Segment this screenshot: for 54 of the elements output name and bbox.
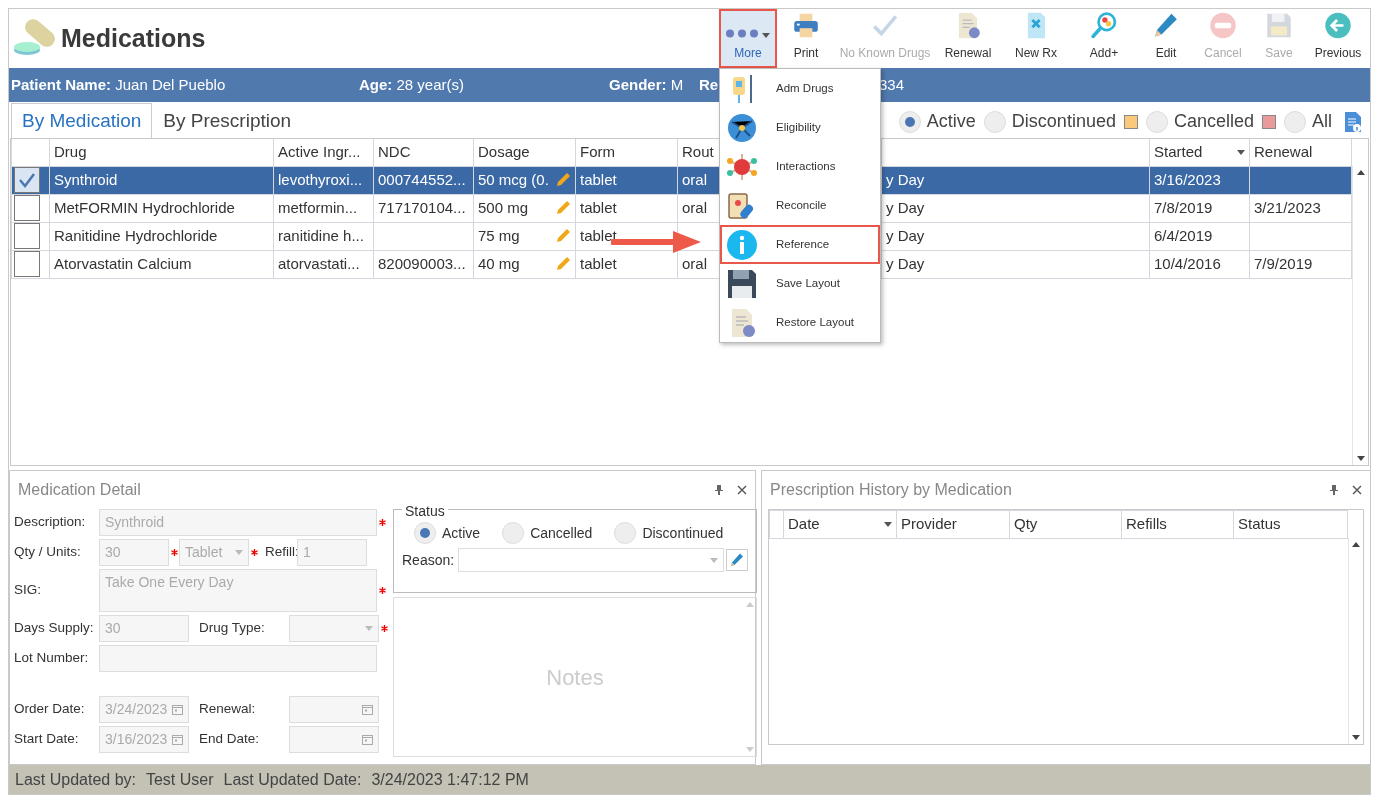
table-cell: 7/9/2019	[1249, 250, 1352, 278]
panel-title: Medication Detail	[18, 480, 141, 500]
table-cell: 10/4/2016	[1149, 250, 1250, 278]
field-label: Lot Number:	[14, 649, 90, 668]
table-cell: 717170104...	[373, 194, 474, 222]
table-cell: 3/16/2023	[1149, 166, 1250, 194]
table-cell: 6/4/2019	[1149, 222, 1250, 250]
patient-info: 334	[879, 75, 905, 93]
table-cell: MetFORMIN Hydrochloride	[49, 194, 274, 222]
status-value: Test User	[145, 769, 214, 790]
field-label: Renewal:	[198, 700, 257, 719]
field-label: Refill:	[264, 543, 297, 562]
column-header: Started	[1154, 142, 1203, 162]
table-cell: y Day	[881, 250, 1150, 278]
table-cell-text: 40 mg	[478, 253, 520, 274]
field-label: Drug Type:	[198, 619, 266, 638]
table-cell: 820090003...	[373, 250, 474, 278]
patient-info: Gender: M	[609, 75, 684, 93]
patient-info: Re	[699, 75, 719, 93]
page-title: Medications	[61, 22, 206, 54]
table-cell: Synthroid	[49, 166, 274, 194]
table-cell: y Day	[881, 222, 1150, 250]
table-cell: levothyroxi...	[273, 166, 374, 194]
panel-title: Prescription History by Medication	[770, 480, 1012, 500]
field-label: SIG:	[14, 581, 42, 600]
table-cell: ranitidine h...	[273, 222, 374, 250]
status-label: Last Updated Date:	[223, 769, 362, 790]
patient-info: Age: 28 year(s)	[359, 75, 465, 93]
table-cell-text: 75 mg	[478, 225, 520, 246]
table-cell: Atorvastatin Calcium	[49, 250, 274, 278]
table-cell: 7/8/2019	[1149, 194, 1250, 222]
table-cell-text: 50 mcg (0.	[478, 169, 549, 190]
field-label: Start Date:	[14, 730, 80, 749]
field-label: Description:	[14, 513, 87, 532]
field-label: End Date:	[198, 730, 261, 749]
status-label: Last Updated by:	[15, 769, 136, 790]
field-label: Qty / Units:	[14, 543, 82, 562]
field-label: Order Date:	[14, 700, 86, 719]
column-header: Date	[788, 514, 820, 535]
table-cell: atorvastati...	[273, 250, 374, 278]
table-cell: 3/21/2023	[1249, 194, 1352, 222]
table-cell: y Day	[881, 194, 1150, 222]
table-cell: tablet	[575, 194, 678, 222]
table-cell: Ranitidine Hydrochloride	[49, 222, 274, 250]
table-cell: 000744552...	[373, 166, 474, 194]
table-cell: tablet	[575, 222, 678, 250]
table-cell-text: 500 mg	[478, 197, 529, 218]
status-value: 3/24/2023 1:47:12 PM	[371, 769, 529, 790]
table-cell: tablet	[575, 166, 678, 194]
table-cell: metformin...	[273, 194, 374, 222]
field-label: Days Supply:	[14, 619, 95, 638]
patient-info: Patient Name: Juan Del Pueblo	[11, 75, 226, 93]
table-cell: y Day	[881, 166, 1150, 194]
field-label: Reason:	[402, 550, 456, 570]
